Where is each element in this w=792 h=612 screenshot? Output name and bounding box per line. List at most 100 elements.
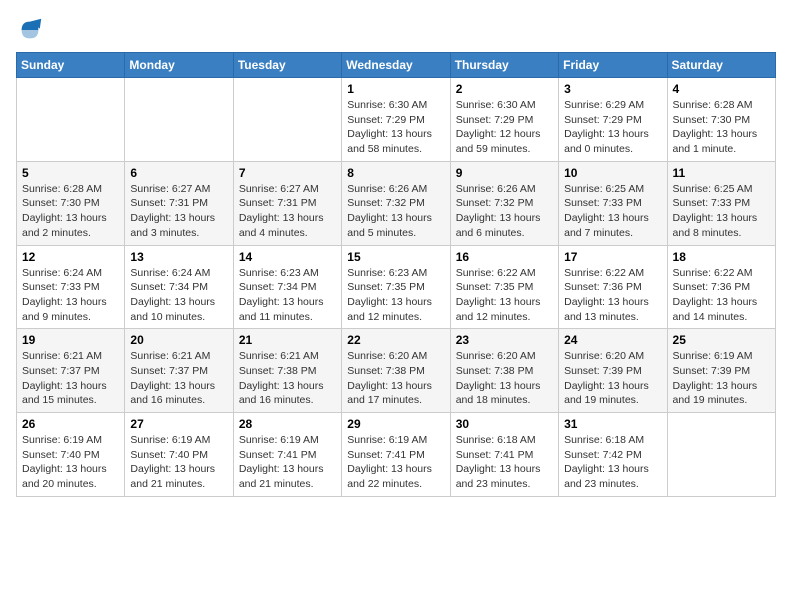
day-number: 19 xyxy=(22,333,119,347)
day-info: Sunrise: 6:23 AMSunset: 7:35 PMDaylight:… xyxy=(347,266,444,325)
calendar-cell: 1 Sunrise: 6:30 AMSunset: 7:29 PMDaylight… xyxy=(342,78,450,162)
day-info: Sunrise: 6:20 AMSunset: 7:38 PMDaylight:… xyxy=(456,349,553,408)
day-number: 28 xyxy=(239,417,336,431)
calendar-cell: 4 Sunrise: 6:28 AMSunset: 7:30 PMDaylight… xyxy=(667,78,775,162)
day-info: Sunrise: 6:28 AMSunset: 7:30 PMDaylight:… xyxy=(673,98,770,157)
calendar-cell: 28 Sunrise: 6:19 AMSunset: 7:41 PMDayligh… xyxy=(233,413,341,497)
day-info: Sunrise: 6:23 AMSunset: 7:34 PMDaylight:… xyxy=(239,266,336,325)
calendar-table: SundayMondayTuesdayWednesdayThursdayFrid… xyxy=(16,52,776,497)
calendar-cell: 12 Sunrise: 6:24 AMSunset: 7:33 PMDayligh… xyxy=(17,245,125,329)
calendar-week-5: 26 Sunrise: 6:19 AMSunset: 7:40 PMDayligh… xyxy=(17,413,776,497)
day-info: Sunrise: 6:30 AMSunset: 7:29 PMDaylight:… xyxy=(347,98,444,157)
day-header-thursday: Thursday xyxy=(450,53,558,78)
page-header xyxy=(16,16,776,44)
day-number: 22 xyxy=(347,333,444,347)
day-number: 3 xyxy=(564,82,661,96)
day-info: Sunrise: 6:18 AMSunset: 7:42 PMDaylight:… xyxy=(564,433,661,492)
day-info: Sunrise: 6:22 AMSunset: 7:35 PMDaylight:… xyxy=(456,266,553,325)
day-number: 16 xyxy=(456,250,553,264)
day-header-monday: Monday xyxy=(125,53,233,78)
calendar-cell: 17 Sunrise: 6:22 AMSunset: 7:36 PMDayligh… xyxy=(559,245,667,329)
day-number: 10 xyxy=(564,166,661,180)
day-info: Sunrise: 6:30 AMSunset: 7:29 PMDaylight:… xyxy=(456,98,553,157)
day-header-friday: Friday xyxy=(559,53,667,78)
day-number: 29 xyxy=(347,417,444,431)
calendar-week-1: 1 Sunrise: 6:30 AMSunset: 7:29 PMDaylight… xyxy=(17,78,776,162)
day-header-saturday: Saturday xyxy=(667,53,775,78)
logo xyxy=(16,16,48,44)
day-number: 6 xyxy=(130,166,227,180)
day-number: 26 xyxy=(22,417,119,431)
calendar-cell: 5 Sunrise: 6:28 AMSunset: 7:30 PMDaylight… xyxy=(17,161,125,245)
day-info: Sunrise: 6:25 AMSunset: 7:33 PMDaylight:… xyxy=(564,182,661,241)
logo-icon xyxy=(16,16,44,44)
day-number: 21 xyxy=(239,333,336,347)
day-info: Sunrise: 6:29 AMSunset: 7:29 PMDaylight:… xyxy=(564,98,661,157)
day-number: 2 xyxy=(456,82,553,96)
day-info: Sunrise: 6:26 AMSunset: 7:32 PMDaylight:… xyxy=(347,182,444,241)
day-number: 30 xyxy=(456,417,553,431)
day-info: Sunrise: 6:24 AMSunset: 7:34 PMDaylight:… xyxy=(130,266,227,325)
calendar-cell: 14 Sunrise: 6:23 AMSunset: 7:34 PMDayligh… xyxy=(233,245,341,329)
day-info: Sunrise: 6:28 AMSunset: 7:30 PMDaylight:… xyxy=(22,182,119,241)
calendar-cell: 7 Sunrise: 6:27 AMSunset: 7:31 PMDaylight… xyxy=(233,161,341,245)
day-info: Sunrise: 6:20 AMSunset: 7:38 PMDaylight:… xyxy=(347,349,444,408)
calendar-cell: 22 Sunrise: 6:20 AMSunset: 7:38 PMDayligh… xyxy=(342,329,450,413)
day-info: Sunrise: 6:20 AMSunset: 7:39 PMDaylight:… xyxy=(564,349,661,408)
calendar-cell: 25 Sunrise: 6:19 AMSunset: 7:39 PMDayligh… xyxy=(667,329,775,413)
calendar-cell xyxy=(17,78,125,162)
day-info: Sunrise: 6:27 AMSunset: 7:31 PMDaylight:… xyxy=(130,182,227,241)
calendar-cell: 10 Sunrise: 6:25 AMSunset: 7:33 PMDayligh… xyxy=(559,161,667,245)
day-number: 18 xyxy=(673,250,770,264)
calendar-cell: 8Sunrise: 6:26 AMSunset: 7:32 PMDaylight… xyxy=(342,161,450,245)
calendar-cell: 6 Sunrise: 6:27 AMSunset: 7:31 PMDaylight… xyxy=(125,161,233,245)
day-number: 27 xyxy=(130,417,227,431)
calendar-cell: 21Sunrise: 6:21 AMSunset: 7:38 PMDayligh… xyxy=(233,329,341,413)
day-info: Sunrise: 6:21 AMSunset: 7:37 PMDaylight:… xyxy=(130,349,227,408)
day-number: 7 xyxy=(239,166,336,180)
day-info: Sunrise: 6:19 AMSunset: 7:41 PMDaylight:… xyxy=(239,433,336,492)
calendar-cell: 3 Sunrise: 6:29 AMSunset: 7:29 PMDaylight… xyxy=(559,78,667,162)
day-info: Sunrise: 6:19 AMSunset: 7:40 PMDaylight:… xyxy=(22,433,119,492)
day-number: 15 xyxy=(347,250,444,264)
day-number: 5 xyxy=(22,166,119,180)
calendar-cell: 31Sunrise: 6:18 AMSunset: 7:42 PMDayligh… xyxy=(559,413,667,497)
day-number: 24 xyxy=(564,333,661,347)
calendar-cell: 26 Sunrise: 6:19 AMSunset: 7:40 PMDayligh… xyxy=(17,413,125,497)
day-number: 17 xyxy=(564,250,661,264)
day-info: Sunrise: 6:19 AMSunset: 7:39 PMDaylight:… xyxy=(673,349,770,408)
calendar-cell: 19Sunrise: 6:21 AMSunset: 7:37 PMDayligh… xyxy=(17,329,125,413)
day-info: Sunrise: 6:24 AMSunset: 7:33 PMDaylight:… xyxy=(22,266,119,325)
calendar-cell: 30 Sunrise: 6:18 AMSunset: 7:41 PMDayligh… xyxy=(450,413,558,497)
day-number: 9 xyxy=(456,166,553,180)
calendar-cell: 20Sunrise: 6:21 AMSunset: 7:37 PMDayligh… xyxy=(125,329,233,413)
calendar-cell xyxy=(233,78,341,162)
day-info: Sunrise: 6:22 AMSunset: 7:36 PMDaylight:… xyxy=(564,266,661,325)
calendar-cell: 29 Sunrise: 6:19 AMSunset: 7:41 PMDayligh… xyxy=(342,413,450,497)
day-header-sunday: Sunday xyxy=(17,53,125,78)
day-header-tuesday: Tuesday xyxy=(233,53,341,78)
calendar-cell xyxy=(667,413,775,497)
day-number: 12 xyxy=(22,250,119,264)
day-number: 1 xyxy=(347,82,444,96)
day-info: Sunrise: 6:19 AMSunset: 7:41 PMDaylight:… xyxy=(347,433,444,492)
calendar-week-4: 19 Sunrise: 6:21 AMSunset: 7:37 PMDayligh… xyxy=(17,329,776,413)
day-number: 4 xyxy=(673,82,770,96)
day-info: Sunrise: 6:18 AMSunset: 7:41 PMDaylight:… xyxy=(456,433,553,492)
day-info: Sunrise: 6:22 AMSunset: 7:36 PMDaylight:… xyxy=(673,266,770,325)
calendar-cell: 27Sunrise: 6:19 AMSunset: 7:40 PMDayligh… xyxy=(125,413,233,497)
day-number: 14 xyxy=(239,250,336,264)
day-info: Sunrise: 6:27 AMSunset: 7:31 PMDaylight:… xyxy=(239,182,336,241)
calendar-cell: 11 Sunrise: 6:25 AMSunset: 7:33 PMDayligh… xyxy=(667,161,775,245)
day-header-wednesday: Wednesday xyxy=(342,53,450,78)
day-info: Sunrise: 6:25 AMSunset: 7:33 PMDaylight:… xyxy=(673,182,770,241)
day-number: 13 xyxy=(130,250,227,264)
calendar-cell: 18 Sunrise: 6:22 AMSunset: 7:36 PMDayligh… xyxy=(667,245,775,329)
calendar-cell: 2 Sunrise: 6:30 AMSunset: 7:29 PMDaylight… xyxy=(450,78,558,162)
day-number: 11 xyxy=(673,166,770,180)
calendar-cell: 16 Sunrise: 6:22 AMSunset: 7:35 PMDayligh… xyxy=(450,245,558,329)
calendar-cell: 23Sunrise: 6:20 AMSunset: 7:38 PMDayligh… xyxy=(450,329,558,413)
day-info: Sunrise: 6:26 AMSunset: 7:32 PMDaylight:… xyxy=(456,182,553,241)
calendar-header-row: SundayMondayTuesdayWednesdayThursdayFrid… xyxy=(17,53,776,78)
day-number: 25 xyxy=(673,333,770,347)
